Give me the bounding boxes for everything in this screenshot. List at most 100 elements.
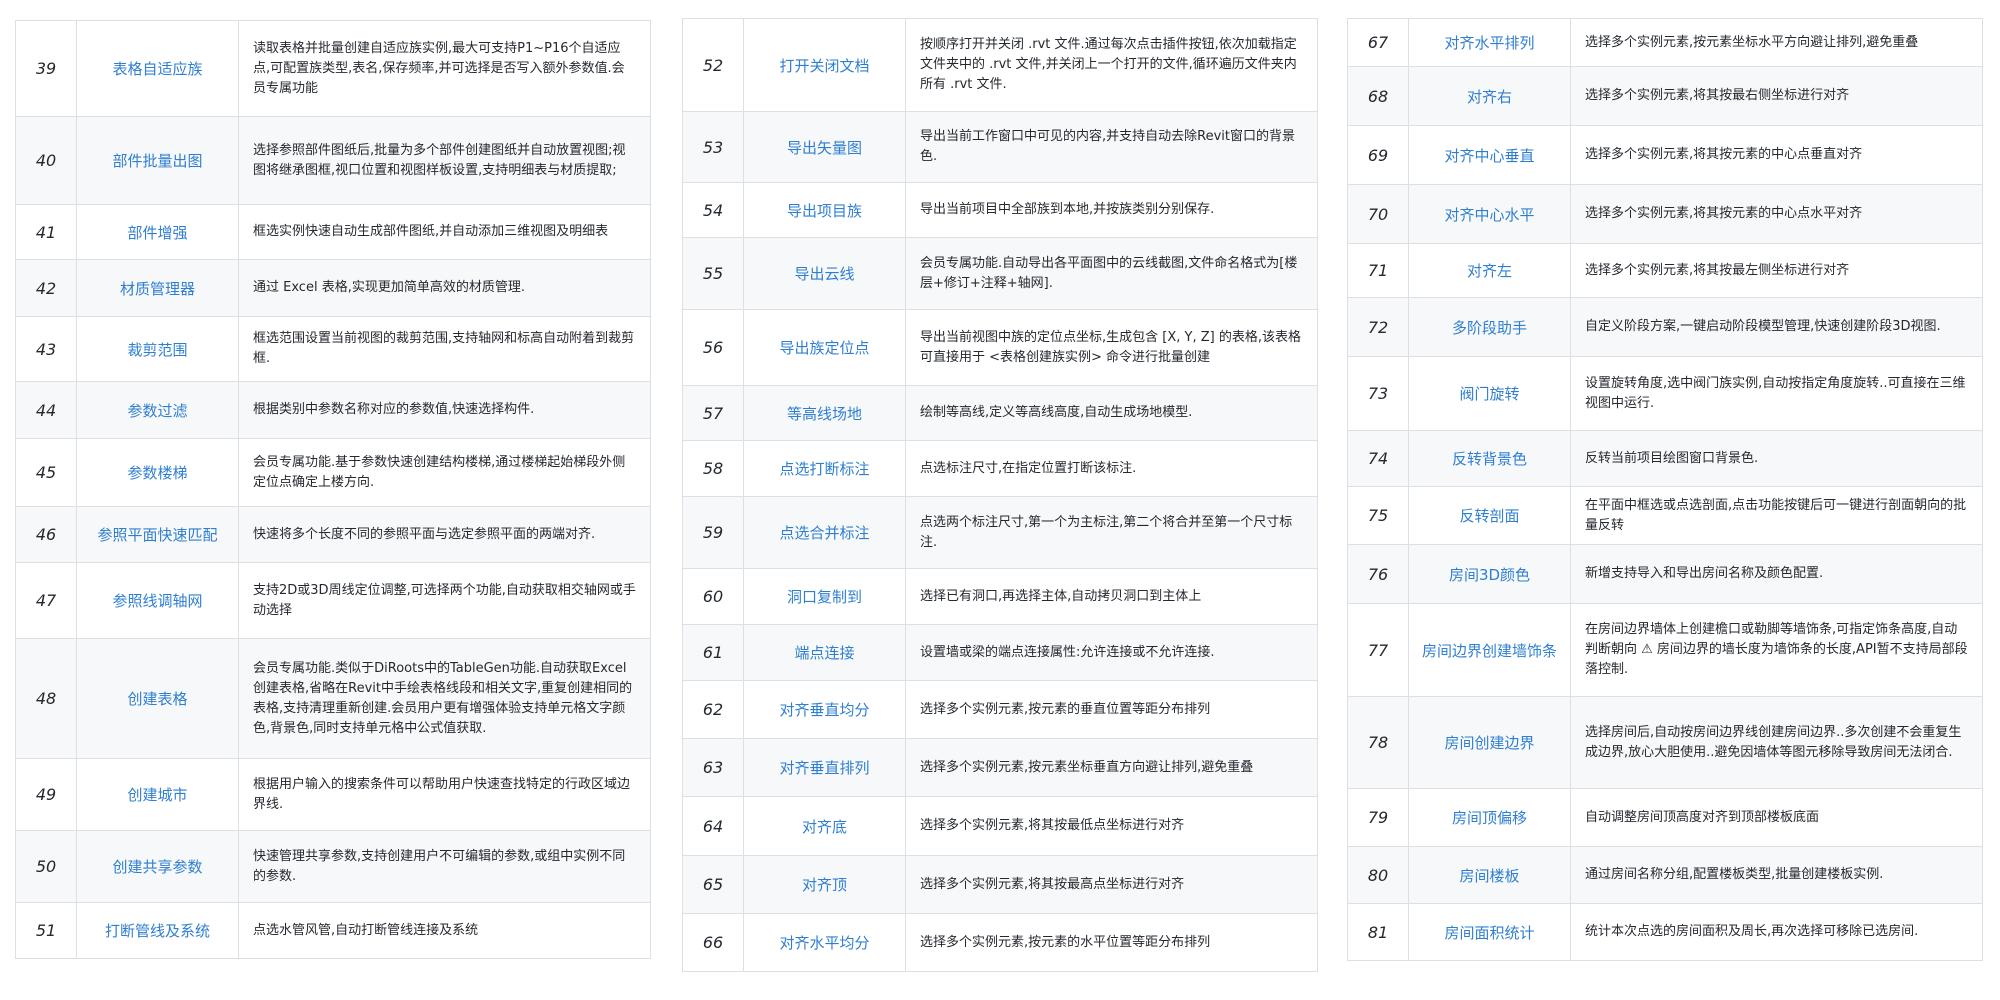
feature-name-link[interactable]: 打断管线及系统 <box>76 902 239 959</box>
feature-name-link[interactable]: 洞口复制到 <box>743 568 906 625</box>
row-number: 72 <box>1347 297 1409 357</box>
feature-name-link[interactable]: 参照平面快速匹配 <box>76 506 239 563</box>
row-number: 52 <box>682 18 744 112</box>
feature-description: 导出当前工作窗口中可见的内容,并支持自动去除Revit窗口的背景色. <box>905 111 1318 183</box>
feature-description: 反转当前项目绘图窗口背景色. <box>1570 430 1983 487</box>
feature-name-link[interactable]: 等高线场地 <box>743 385 906 441</box>
feature-name-link[interactable]: 表格自适应族 <box>76 20 239 117</box>
row-number: 42 <box>15 259 77 317</box>
table-row: 54 导出项目族 导出当前项目中全部族到本地,并按族类别分别保存. <box>682 182 1318 238</box>
feature-description: 选择参照部件图纸后,批量为多个部件创建图纸并自动放置视图;视图将继承图框,视口位… <box>238 116 651 205</box>
feature-description: 框选实例快速自动生成部件图纸,并自动添加三维视图及明细表 <box>238 204 651 260</box>
feature-name-link[interactable]: 对齐水平均分 <box>743 913 906 972</box>
feature-name-link[interactable]: 点选合并标注 <box>743 496 906 569</box>
feature-name-link[interactable]: 裁剪范围 <box>76 316 239 382</box>
feature-description: 设置墙或梁的端点连接属性:允许连接或不允许连接. <box>905 624 1318 681</box>
table-row: 40 部件批量出图 选择参照部件图纸后,批量为多个部件创建图纸并自动放置视图;视图将… <box>15 116 651 205</box>
feature-description: 选择多个实例元素,将其按最低点坐标进行对齐 <box>905 796 1318 856</box>
feature-name-link[interactable]: 房间楼板 <box>1408 846 1571 904</box>
feature-name-link[interactable]: 导出族定位点 <box>743 309 906 386</box>
row-number: 76 <box>1347 544 1409 604</box>
row-number: 79 <box>1347 788 1409 847</box>
feature-name-link[interactable]: 部件批量出图 <box>76 116 239 205</box>
table-row: 61 端点连接 设置墙或梁的端点连接属性:允许连接或不允许连接. <box>682 624 1318 681</box>
table-row: 63 对齐垂直排列 选择多个实例元素,按元素坐标垂直方向避让排列,避免重叠 <box>682 738 1318 797</box>
feature-name-link[interactable]: 对齐底 <box>743 796 906 856</box>
feature-description: 新增支持导入和导出房间名称及颜色配置. <box>1570 544 1983 604</box>
row-number: 59 <box>682 496 744 569</box>
row-number: 68 <box>1347 66 1409 126</box>
table-row: 55 导出云线 会员专属功能.自动导出各平面图中的云线截图,文件命名格式为[楼层+修… <box>682 237 1318 310</box>
feature-description: 通过 Excel 表格,实现更加简单高效的材质管理. <box>238 259 651 317</box>
feature-name-link[interactable]: 房间面积统计 <box>1408 903 1571 961</box>
row-number: 65 <box>682 855 744 914</box>
feature-description: 点选两个标注尺寸,第一个为主标注,第二个将合并至第一个尺寸标注. <box>905 496 1318 569</box>
row-number: 54 <box>682 182 744 238</box>
row-number: 41 <box>15 204 77 260</box>
feature-name-link[interactable]: 端点连接 <box>743 624 906 681</box>
row-number: 74 <box>1347 430 1409 487</box>
feature-description: 选择多个实例元素,将其按最高点坐标进行对齐 <box>905 855 1318 914</box>
row-number: 56 <box>682 309 744 386</box>
feature-description: 根据类别中参数名称对应的参数值,快速选择构件. <box>238 381 651 439</box>
feature-name-link[interactable]: 多阶段助手 <box>1408 297 1571 357</box>
row-number: 55 <box>682 237 744 310</box>
feature-description: 按顺序打开并关闭 .rvt 文件.通过每次点击插件按钮,依次加载指定文件夹中的 … <box>905 18 1318 112</box>
table-row: 49 创建城市 根据用户输入的搜索条件可以帮助用户快速查找特定的行政区域边界线. <box>15 758 651 831</box>
feature-description: 选择已有洞口,再选择主体,自动拷贝洞口到主体上 <box>905 568 1318 625</box>
row-number: 48 <box>15 638 77 759</box>
table-row: 39 表格自适应族 读取表格并批量创建自适应族实例,最大可支持P1~P16个自适应点… <box>15 20 651 117</box>
feature-name-link[interactable]: 反转剖面 <box>1408 486 1571 545</box>
feature-name-link[interactable]: 创建城市 <box>76 758 239 831</box>
feature-name-link[interactable]: 导出矢量图 <box>743 111 906 183</box>
feature-name-link[interactable]: 参照线调轴网 <box>76 562 239 639</box>
feature-name-link[interactable]: 阀门旋转 <box>1408 356 1571 431</box>
feature-name-link[interactable]: 对齐中心水平 <box>1408 184 1571 244</box>
feature-name-link[interactable]: 对齐垂直均分 <box>743 680 906 739</box>
feature-name-link[interactable]: 对齐水平排列 <box>1408 18 1571 67</box>
feature-name-link[interactable]: 房间3D颜色 <box>1408 544 1571 604</box>
feature-description: 导出当前视图中族的定位点坐标,生成包含 [X, Y, Z] 的表格,该表格可直接… <box>905 309 1318 386</box>
feature-description: 选择多个实例元素,按元素的垂直位置等距分布排列 <box>905 680 1318 739</box>
table-row: 48 创建表格 会员专属功能.类似于DiRoots中的TableGen功能.自动获取… <box>15 638 651 759</box>
row-number: 70 <box>1347 184 1409 244</box>
table-row: 47 参照线调轴网 支持2D或3D周线定位调整,可选择两个功能,自动获取相交轴网或手… <box>15 562 651 639</box>
feature-name-link[interactable]: 材质管理器 <box>76 259 239 317</box>
table-row: 68 对齐右 选择多个实例元素,将其按最右侧坐标进行对齐 <box>1347 66 1983 126</box>
feature-table-column-1: 39 表格自适应族 读取表格并批量创建自适应族实例,最大可支持P1~P16个自适应点… <box>15 20 651 959</box>
row-number: 39 <box>15 20 77 117</box>
feature-description: 自定义阶段方案,一键启动阶段模型管理,快速创建阶段3D视图. <box>1570 297 1983 357</box>
row-number: 71 <box>1347 243 1409 298</box>
feature-name-link[interactable]: 房间创建边界 <box>1408 696 1571 789</box>
feature-name-link[interactable]: 导出项目族 <box>743 182 906 238</box>
row-number: 77 <box>1347 603 1409 697</box>
table-row: 44 参数过滤 根据类别中参数名称对应的参数值,快速选择构件. <box>15 381 651 439</box>
table-row: 64 对齐底 选择多个实例元素,将其按最低点坐标进行对齐 <box>682 796 1318 856</box>
table-row: 67 对齐水平排列 选择多个实例元素,按元素坐标水平方向避让排列,避免重叠 <box>1347 18 1983 67</box>
table-row: 58 点选打断标注 点选标注尺寸,在指定位置打断该标注. <box>682 440 1318 497</box>
feature-name-link[interactable]: 对齐顶 <box>743 855 906 914</box>
feature-name-link[interactable]: 对齐右 <box>1408 66 1571 126</box>
feature-name-link[interactable]: 对齐左 <box>1408 243 1571 298</box>
row-number: 43 <box>15 316 77 382</box>
feature-description: 在平面中框选或点选剖面,点击功能按键后可一键进行剖面朝向的批量反转 <box>1570 486 1983 545</box>
table-row: 52 打开关闭文档 按顺序打开并关闭 .rvt 文件.通过每次点击插件按钮,依次加载… <box>682 18 1318 112</box>
feature-name-link[interactable]: 打开关闭文档 <box>743 18 906 112</box>
table-row: 53 导出矢量图 导出当前工作窗口中可见的内容,并支持自动去除Revit窗口的背景色… <box>682 111 1318 183</box>
feature-name-link[interactable]: 点选打断标注 <box>743 440 906 497</box>
feature-name-link[interactable]: 创建表格 <box>76 638 239 759</box>
feature-name-link[interactable]: 部件增强 <box>76 204 239 260</box>
feature-name-link[interactable]: 导出云线 <box>743 237 906 310</box>
feature-name-link[interactable]: 对齐中心垂直 <box>1408 125 1571 185</box>
feature-name-link[interactable]: 创建共享参数 <box>76 830 239 903</box>
feature-name-link[interactable]: 反转背景色 <box>1408 430 1571 487</box>
feature-name-link[interactable]: 房间顶偏移 <box>1408 788 1571 847</box>
feature-name-link[interactable]: 房间边界创建墙饰条 <box>1408 603 1571 697</box>
feature-description: 选择多个实例元素,将其按元素的中心点垂直对齐 <box>1570 125 1983 185</box>
feature-name-link[interactable]: 对齐垂直排列 <box>743 738 906 797</box>
feature-name-link[interactable]: 参数楼梯 <box>76 438 239 507</box>
feature-table: 39 表格自适应族 读取表格并批量创建自适应族实例,最大可支持P1~P16个自适应点… <box>15 20 651 959</box>
row-number: 67 <box>1347 18 1409 67</box>
feature-name-link[interactable]: 参数过滤 <box>76 381 239 439</box>
row-number: 58 <box>682 440 744 497</box>
